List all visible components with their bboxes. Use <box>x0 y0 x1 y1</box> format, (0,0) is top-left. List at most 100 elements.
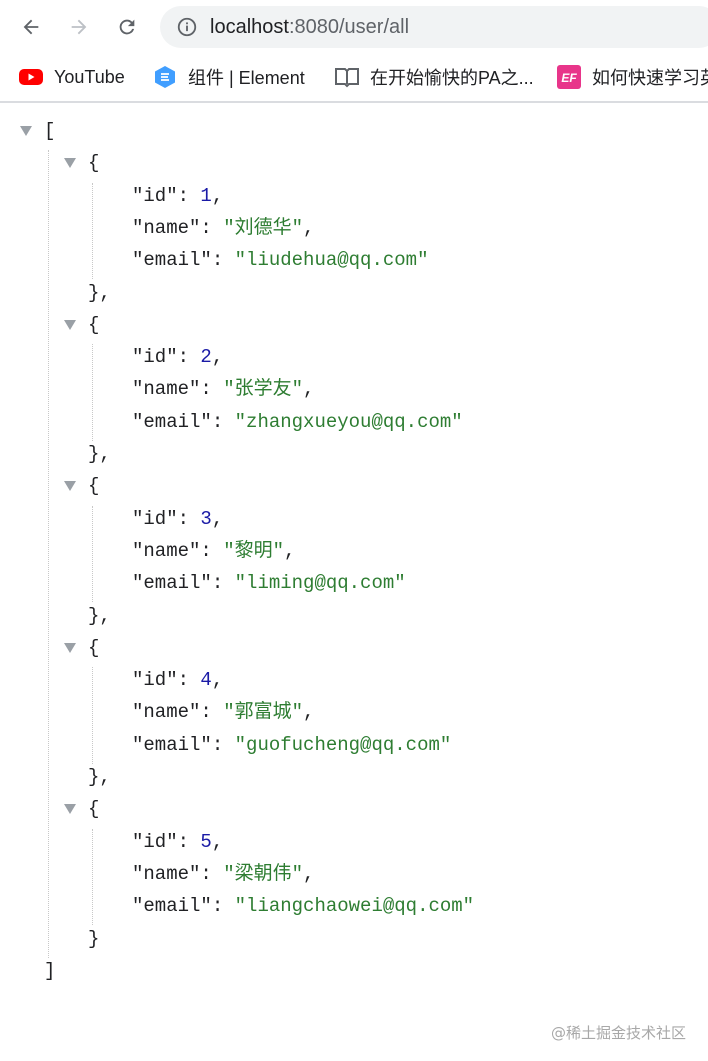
comma: , <box>303 701 315 724</box>
bookmarks-bar: YouTube 组件 | Element 在开始愉快的PA之... EF 如何快… <box>0 54 708 100</box>
bookmark-ef[interactable]: EF 如何快速学习英 <box>556 62 708 92</box>
reload-button[interactable] <box>110 10 144 44</box>
youtube-icon <box>18 64 44 90</box>
colon: : <box>211 572 235 595</box>
collapse-toggle[interactable] <box>64 642 76 653</box>
open-brace: { <box>88 636 100 659</box>
browser-toolbar: localhost:8080/user/all <box>0 0 708 54</box>
colon: : <box>200 862 224 885</box>
element-icon <box>152 64 178 90</box>
indent-guide <box>92 505 93 603</box>
json-line: "email": "guofucheng@qq.com" <box>132 730 451 760</box>
colon: : <box>211 895 235 918</box>
json-line: { <box>88 148 99 178</box>
json-line: { <box>88 310 99 340</box>
json-line: }, <box>88 278 111 308</box>
json-line: { <box>88 794 99 824</box>
value-string: "guofucheng@qq.com" <box>234 733 452 756</box>
collapse-toggle[interactable] <box>64 804 76 815</box>
comma: , <box>211 669 224 692</box>
open-brace: { <box>88 152 100 175</box>
value-string: "梁朝伟" <box>223 862 304 885</box>
json-line: "name": "张学友", <box>132 374 314 404</box>
colon: : <box>177 669 201 692</box>
key: "name" <box>132 701 201 724</box>
json-line: "id": 1, <box>132 181 223 211</box>
close-brace: } <box>88 927 100 950</box>
comma: , <box>211 830 224 853</box>
value-string: "liming@qq.com" <box>234 572 406 595</box>
close-bracket: ] <box>44 959 56 982</box>
key: "name" <box>132 378 201 401</box>
bookmark-element[interactable]: 组件 | Element <box>152 62 305 92</box>
collapse-toggle[interactable] <box>64 158 76 169</box>
arrow-left-icon <box>23 19 39 35</box>
json-line: } <box>88 924 99 954</box>
watermark: @稀土掘金技术社区 <box>550 1024 686 1042</box>
key: "email" <box>132 410 212 433</box>
back-button[interactable] <box>14 10 48 44</box>
colon: : <box>177 184 201 207</box>
value-string: "郭富城" <box>223 701 304 724</box>
json-line: "email": "zhangxueyou@qq.com" <box>132 407 463 437</box>
json-line: "id": 2, <box>132 342 223 372</box>
close-brace: }, <box>88 604 111 627</box>
json-line: "name": "黎明", <box>132 536 295 566</box>
key: "id" <box>132 830 178 853</box>
colon: : <box>211 733 235 756</box>
json-line: }, <box>88 601 111 631</box>
bookmark-label: 在开始愉快的PA之... <box>370 68 534 88</box>
url-host: localhost <box>210 15 289 38</box>
colon: : <box>177 507 201 530</box>
colon: : <box>200 378 224 401</box>
bookmark-youtube[interactable]: YouTube <box>18 62 125 92</box>
json-viewer: [ { "id": 1, "name": "刘德华", "email": "liudeh… <box>0 103 708 1061</box>
ef-icon: EF <box>556 64 582 90</box>
json-line: "id": 5, <box>132 827 223 857</box>
comma: , <box>211 184 224 207</box>
comma: , <box>303 862 315 885</box>
arrow-right-icon <box>71 19 87 35</box>
colon: : <box>177 830 201 853</box>
collapse-toggle[interactable] <box>20 126 32 136</box>
key: "name" <box>132 216 201 239</box>
bookmark-pa[interactable]: 在开始愉快的PA之... <box>334 62 534 92</box>
key: "name" <box>132 862 201 885</box>
collapse-toggle[interactable] <box>64 319 76 330</box>
value-number: 3 <box>200 507 212 530</box>
close-brace: }, <box>88 281 111 304</box>
key: "id" <box>132 346 178 369</box>
key: "id" <box>132 669 178 692</box>
address-bar[interactable]: localhost:8080/user/all <box>160 6 708 48</box>
json-line: { <box>88 633 99 663</box>
indent-guide <box>92 344 93 441</box>
close-brace: }, <box>88 766 111 788</box>
comma: , <box>211 346 224 369</box>
json-line: "name": "郭富城", <box>132 697 314 727</box>
key: "email" <box>132 733 212 756</box>
colon: : <box>200 701 224 724</box>
forward-button[interactable] <box>62 10 96 44</box>
value-number: 1 <box>200 184 212 207</box>
open-bracket: [ <box>44 120 56 142</box>
url-text: localhost:8080/user/all <box>210 16 409 39</box>
info-icon[interactable] <box>176 16 198 38</box>
json-line: "email": "liming@qq.com" <box>132 568 406 598</box>
svg-text:EF: EF <box>561 71 577 85</box>
value-string: "liudehua@qq.com" <box>234 249 429 272</box>
colon: : <box>200 539 224 562</box>
close-brace: }, <box>88 443 111 465</box>
json-line: [ <box>44 116 55 146</box>
value-string: "刘德华" <box>223 216 304 239</box>
bookmark-label: 如何快速学习英 <box>592 68 708 88</box>
json-line: }, <box>88 762 111 792</box>
json-line: { <box>88 471 99 501</box>
book-icon <box>334 64 360 90</box>
colon: : <box>200 216 224 239</box>
collapse-toggle[interactable] <box>64 481 76 492</box>
bookmark-label: 组件 | Element <box>188 68 305 88</box>
bookmark-label: YouTube <box>54 66 125 87</box>
json-line: "name": "梁朝伟", <box>132 859 314 889</box>
comma: , <box>211 507 224 530</box>
indent-guide <box>92 182 93 280</box>
